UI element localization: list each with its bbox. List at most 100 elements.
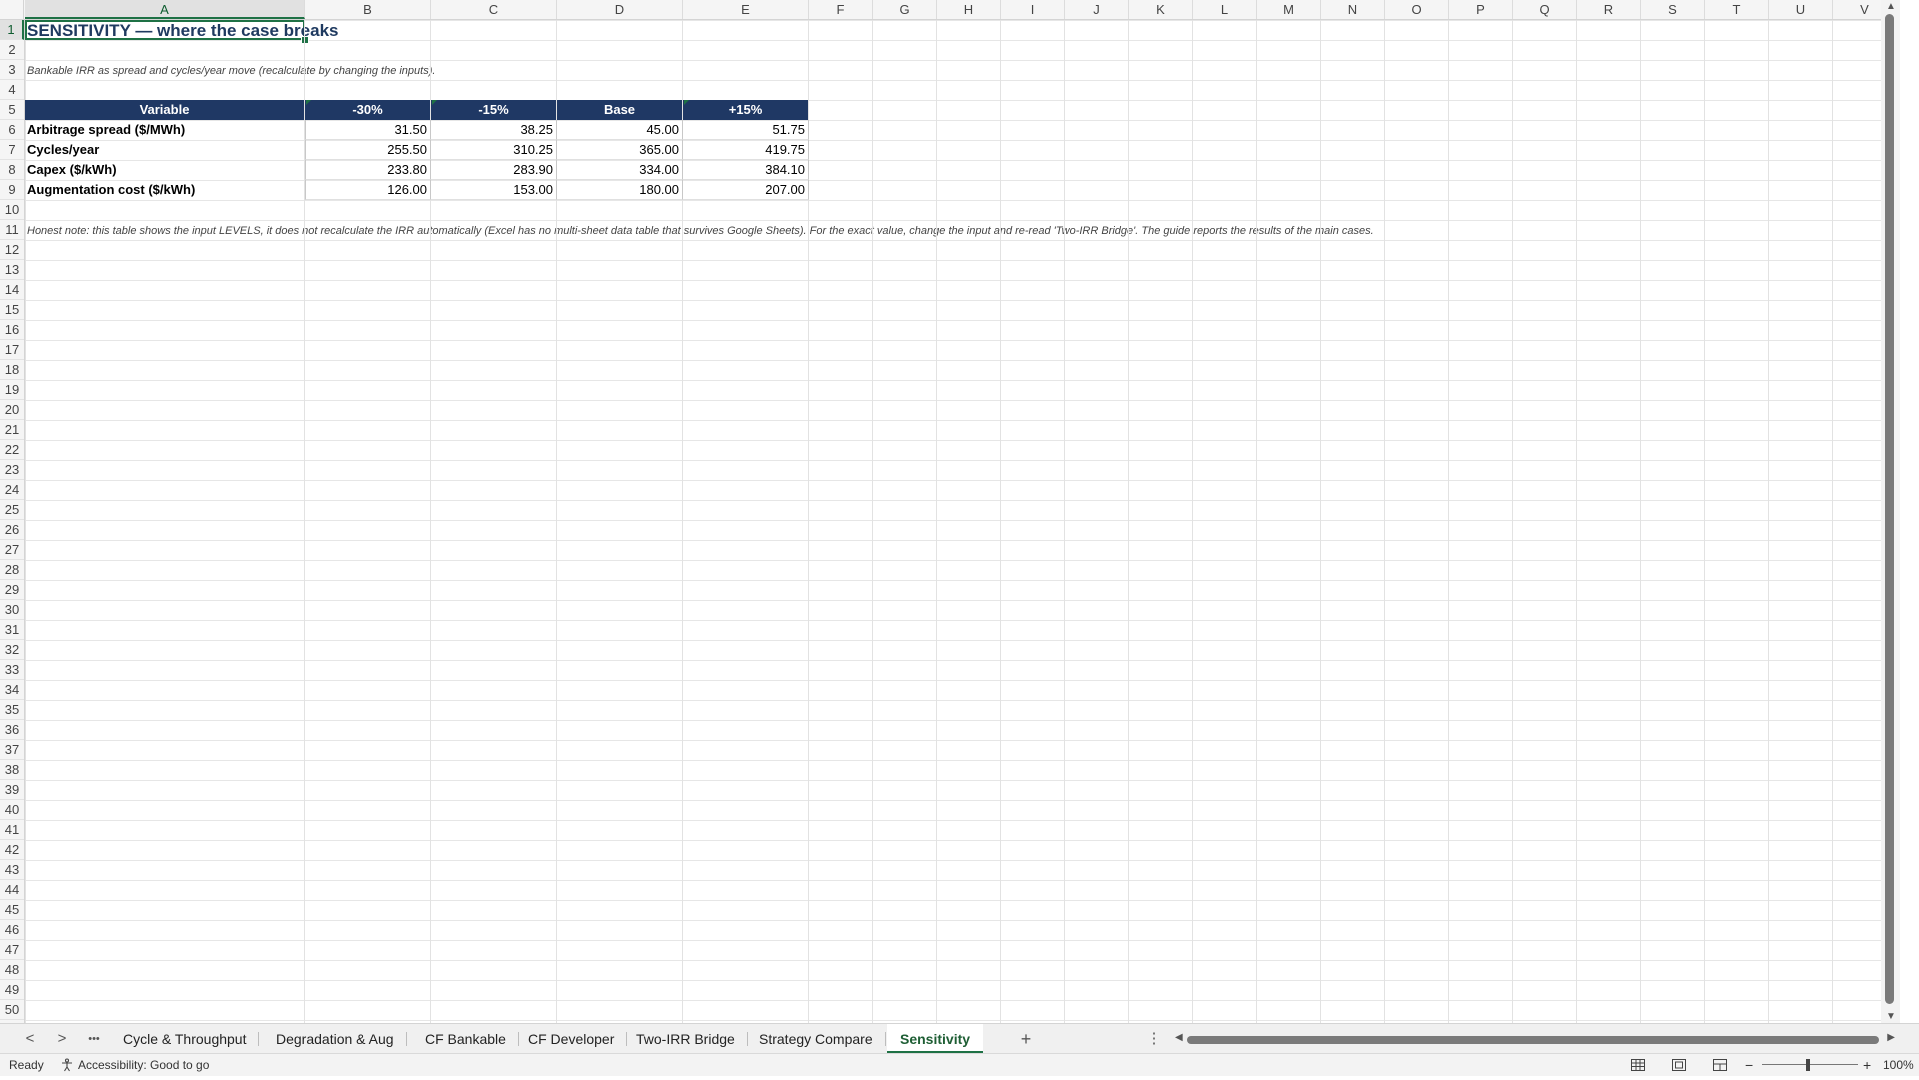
column-header-R[interactable]: R	[1577, 0, 1641, 19]
table-cell[interactable]: 283.90	[431, 160, 557, 180]
row-header-31[interactable]: 31	[0, 620, 24, 640]
table-cell[interactable]: 365.00	[557, 140, 683, 160]
scroll-left-icon[interactable]: ◀	[1175, 1032, 1183, 1043]
row-header-35[interactable]: 35	[0, 700, 24, 720]
row-header-18[interactable]: 18	[0, 360, 24, 380]
scroll-right-icon[interactable]: ▶	[1887, 1032, 1895, 1043]
sheet-tab-cf-bankable[interactable]: CF Bankable	[412, 1024, 519, 1054]
row-header-21[interactable]: 21	[0, 420, 24, 440]
row-header-46[interactable]: 46	[0, 920, 24, 940]
row-header-11[interactable]: 11	[0, 220, 24, 240]
sheet-tab-two-irr-bridge[interactable]: Two-IRR Bridge	[623, 1024, 748, 1054]
row-header-6[interactable]: 6	[0, 120, 24, 140]
more-sheets-button[interactable]: •••	[82, 1024, 106, 1054]
row-header-22[interactable]: 22	[0, 440, 24, 460]
row-header-50[interactable]: 50	[0, 1000, 24, 1020]
sheet-tab-cf-developer[interactable]: CF Developer	[515, 1024, 628, 1054]
cell-area[interactable]: SENSITIVITY — where the case breaks Bank…	[25, 20, 1900, 1023]
row-header-37[interactable]: 37	[0, 740, 24, 760]
row-header-3[interactable]: 3	[0, 60, 24, 80]
row-header-32[interactable]: 32	[0, 640, 24, 660]
table-cell[interactable]: 153.00	[431, 180, 557, 200]
row-header-7[interactable]: 7	[0, 140, 24, 160]
row-header-2[interactable]: 2	[0, 40, 24, 60]
tab-options-button[interactable]: ⋮	[1142, 1024, 1166, 1054]
row-header-4[interactable]: 4	[0, 80, 24, 100]
row-header-41[interactable]: 41	[0, 820, 24, 840]
row-header-23[interactable]: 23	[0, 460, 24, 480]
row-header-49[interactable]: 49	[0, 980, 24, 1000]
column-header-C[interactable]: C	[431, 0, 557, 19]
sheet-tab-cycle-throughput[interactable]: Cycle & Throughput	[110, 1024, 260, 1054]
spreadsheet-grid[interactable]: ABCDEFGHIJKLMNOPQRSTUV 1 2 3 4 5 6 7 8 9 10 11 12 13…	[0, 0, 1900, 1023]
column-header-E[interactable]: E	[683, 0, 809, 19]
sheet-tab-strategy-compare[interactable]: Strategy Compare	[746, 1024, 886, 1054]
column-header-O[interactable]: O	[1385, 0, 1449, 19]
row-header-47[interactable]: 47	[0, 940, 24, 960]
scroll-up-icon[interactable]: ▲	[1886, 1, 1896, 12]
row-header-12[interactable]: 12	[0, 240, 24, 260]
vertical-scroll-thumb[interactable]	[1885, 14, 1894, 1004]
row-header-14[interactable]: 14	[0, 280, 24, 300]
table-cell[interactable]: 126.00	[305, 180, 431, 200]
zoom-out-button[interactable]: −	[1745, 1054, 1753, 1076]
row-header-30[interactable]: 30	[0, 600, 24, 620]
column-header-B[interactable]: B	[305, 0, 431, 19]
table-cell[interactable]: 207.00	[683, 180, 809, 200]
accessibility-status[interactable]: Accessibility: Good to go	[60, 1054, 209, 1076]
row-header-44[interactable]: 44	[0, 880, 24, 900]
table-cell[interactable]: 180.00	[557, 180, 683, 200]
table-cell[interactable]: 31.50	[305, 120, 431, 140]
column-header-H[interactable]: H	[937, 0, 1001, 19]
zoom-level[interactable]: 100%	[1883, 1054, 1914, 1076]
row-header-13[interactable]: 13	[0, 260, 24, 280]
scroll-down-icon[interactable]: ▼	[1886, 1011, 1896, 1022]
column-header-L[interactable]: L	[1193, 0, 1257, 19]
row-header-43[interactable]: 43	[0, 860, 24, 880]
column-header-G[interactable]: G	[873, 0, 937, 19]
row-header-38[interactable]: 38	[0, 760, 24, 780]
row-header-29[interactable]: 29	[0, 580, 24, 600]
horizontal-scroll-thumb[interactable]	[1187, 1036, 1879, 1044]
column-header-K[interactable]: K	[1129, 0, 1193, 19]
table-cell[interactable]: 233.80	[305, 160, 431, 180]
row-header-39[interactable]: 39	[0, 780, 24, 800]
table-cell[interactable]: 38.25	[431, 120, 557, 140]
table-cell[interactable]: 255.50	[305, 140, 431, 160]
column-header-S[interactable]: S	[1641, 0, 1705, 19]
row-header-24[interactable]: 24	[0, 480, 24, 500]
prev-sheet-button[interactable]: <	[18, 1024, 42, 1054]
next-sheet-button[interactable]: >	[50, 1024, 74, 1054]
row-header-48[interactable]: 48	[0, 960, 24, 980]
column-header-N[interactable]: N	[1321, 0, 1385, 19]
row-header-9[interactable]: 9	[0, 180, 24, 200]
row-header-25[interactable]: 25	[0, 500, 24, 520]
row-header-5[interactable]: 5	[0, 100, 24, 120]
column-header-I[interactable]: I	[1001, 0, 1065, 19]
table-cell[interactable]: 419.75	[683, 140, 809, 160]
row-header-20[interactable]: 20	[0, 400, 24, 420]
zoom-in-button[interactable]: +	[1863, 1054, 1871, 1076]
page-break-preview-button[interactable]	[1712, 1057, 1728, 1073]
row-header-33[interactable]: 33	[0, 660, 24, 680]
row-header-15[interactable]: 15	[0, 300, 24, 320]
column-header-A[interactable]: A	[25, 0, 305, 19]
table-cell[interactable]: 384.10	[683, 160, 809, 180]
row-header-42[interactable]: 42	[0, 840, 24, 860]
row-header-45[interactable]: 45	[0, 900, 24, 920]
zoom-slider-thumb[interactable]	[1806, 1059, 1810, 1071]
row-header-40[interactable]: 40	[0, 800, 24, 820]
row-header-8[interactable]: 8	[0, 160, 24, 180]
row-header-36[interactable]: 36	[0, 720, 24, 740]
select-all-corner[interactable]	[0, 0, 24, 19]
add-sheet-button[interactable]: +	[1014, 1024, 1038, 1054]
table-cell[interactable]: 51.75	[683, 120, 809, 140]
row-header-10[interactable]: 10	[0, 200, 24, 220]
row-header-26[interactable]: 26	[0, 520, 24, 540]
row-header-28[interactable]: 28	[0, 560, 24, 580]
column-header-U[interactable]: U	[1769, 0, 1833, 19]
column-header-M[interactable]: M	[1257, 0, 1321, 19]
column-header-J[interactable]: J	[1065, 0, 1129, 19]
row-header-27[interactable]: 27	[0, 540, 24, 560]
zoom-slider-track[interactable]	[1762, 1064, 1858, 1065]
